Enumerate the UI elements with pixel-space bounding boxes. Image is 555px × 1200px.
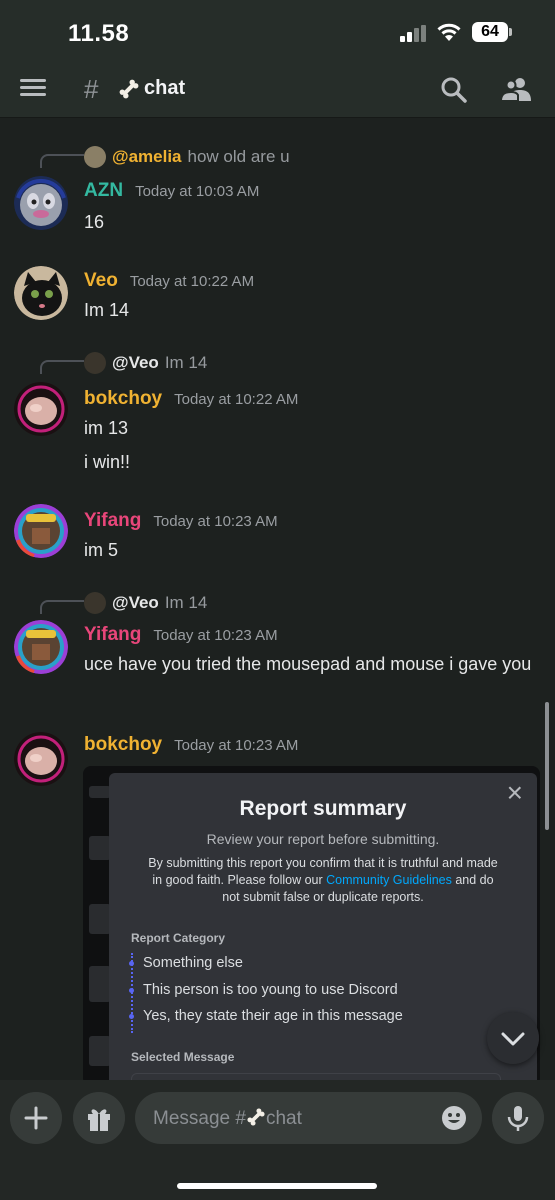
faded-background-detail bbox=[89, 966, 111, 1002]
report-category-list: Something else This person is too young … bbox=[129, 953, 511, 1033]
placeholder-channel: chat bbox=[265, 1108, 302, 1129]
message-composer: Message # chat bbox=[0, 1080, 555, 1200]
battery-indicator: 64 bbox=[472, 22, 508, 42]
message-header: bokchoy Today at 10:23 AM bbox=[84, 734, 298, 756]
scrollbar[interactable] bbox=[545, 702, 549, 830]
message-header: Yifang Today at 10:23 AM bbox=[84, 510, 278, 532]
placeholder-prefix: Message # bbox=[153, 1108, 246, 1129]
reply-connector bbox=[40, 154, 84, 168]
report-category-label: Report Category bbox=[131, 931, 226, 945]
community-guidelines-link[interactable]: Community Guidelines bbox=[326, 873, 452, 887]
faded-background-detail bbox=[89, 786, 111, 798]
message-text: im 5 bbox=[84, 540, 119, 560]
timestamp: Today at 10:22 AM bbox=[129, 273, 255, 290]
message-header: Veo Today at 10:22 AM bbox=[84, 270, 254, 292]
reply-avatar bbox=[84, 146, 106, 168]
reply-avatar bbox=[84, 592, 106, 614]
author-name[interactable]: bokchoy bbox=[84, 734, 162, 756]
author-name[interactable]: Yifang bbox=[84, 624, 141, 646]
home-indicator[interactable] bbox=[177, 1183, 377, 1189]
channel-title: chat bbox=[144, 77, 186, 99]
timestamp: Today at 10:22 AM bbox=[174, 391, 299, 408]
reply-reference[interactable]: @Veo Im 14 bbox=[84, 592, 207, 614]
top-bar: 11.58 64 # chat bbox=[0, 0, 555, 118]
plus-icon[interactable] bbox=[10, 1092, 62, 1144]
avatar[interactable] bbox=[14, 620, 68, 674]
reply-reference[interactable]: @Veo Im 14 bbox=[84, 352, 207, 374]
report-summary-dialog: × Report summary Review your report befo… bbox=[109, 773, 537, 1093]
timestamp: Today at 10:23 AM bbox=[174, 737, 299, 754]
message-placeholder: Message # chat bbox=[153, 1107, 302, 1130]
reply-mention: @Veo bbox=[112, 353, 159, 372]
gift-icon[interactable] bbox=[73, 1092, 125, 1144]
timestamp: Today at 10:03 AM bbox=[135, 183, 260, 200]
reply-mention: @amelia bbox=[112, 147, 182, 166]
message-header: AZN Today at 10:03 AM bbox=[84, 180, 259, 202]
menu-button[interactable] bbox=[20, 76, 52, 102]
bone-icon bbox=[247, 1108, 265, 1126]
cellular-signal-icon bbox=[400, 25, 426, 42]
report-subtitle: Review your report before submitting. bbox=[206, 831, 440, 847]
selected-message-label: Selected Message bbox=[131, 1050, 235, 1064]
message-header: Yifang Today at 10:23 AM bbox=[84, 624, 278, 646]
faded-background-detail bbox=[89, 904, 111, 934]
emoji-icon[interactable] bbox=[441, 1105, 467, 1131]
avatar[interactable] bbox=[14, 266, 68, 320]
message-text: i win!! bbox=[84, 452, 131, 472]
message-text: 16 bbox=[84, 212, 105, 232]
report-title: Report summary bbox=[239, 797, 407, 820]
avatar[interactable] bbox=[14, 382, 68, 436]
timestamp: Today at 10:23 AM bbox=[153, 627, 278, 644]
author-name[interactable]: bokchoy bbox=[84, 388, 162, 410]
faded-background-detail bbox=[89, 1036, 111, 1066]
reply-mention: @Veo bbox=[112, 593, 159, 612]
members-icon[interactable] bbox=[500, 75, 532, 105]
author-name[interactable]: AZN bbox=[84, 180, 123, 202]
report-category-item: Yes, they state their age in this messag… bbox=[129, 1006, 511, 1033]
avatar[interactable] bbox=[14, 504, 68, 558]
message-input[interactable]: Message # chat bbox=[135, 1092, 482, 1144]
status-time: 11.58 bbox=[68, 20, 130, 47]
channel-hash-icon: # bbox=[84, 74, 99, 104]
chevron-down-icon[interactable] bbox=[487, 1012, 539, 1064]
timestamp: Today at 10:23 AM bbox=[153, 513, 278, 530]
author-name[interactable]: Yifang bbox=[84, 510, 141, 532]
reply-connector bbox=[40, 600, 84, 614]
message-text: Im 14 bbox=[84, 300, 130, 320]
bone-icon bbox=[119, 79, 139, 99]
reply-reference[interactable]: @amelia how old are u bbox=[84, 146, 290, 168]
message-text: uce have you tried the mousepad and mous… bbox=[84, 654, 532, 674]
report-description: By submitting this report you confirm th… bbox=[145, 855, 501, 906]
wifi-icon bbox=[437, 23, 461, 41]
avatar[interactable] bbox=[14, 176, 68, 230]
microphone-icon[interactable] bbox=[492, 1092, 544, 1144]
battery-tip bbox=[509, 28, 512, 36]
report-category-item: This person is too young to use Discord bbox=[129, 980, 511, 1007]
reply-connector bbox=[40, 360, 84, 374]
author-name[interactable]: Veo bbox=[84, 270, 118, 292]
reply-preview: how old are u bbox=[187, 147, 290, 166]
reply-avatar bbox=[84, 352, 106, 374]
avatar[interactable] bbox=[14, 732, 68, 786]
faded-background-detail bbox=[89, 836, 111, 860]
report-category-item: Something else bbox=[129, 953, 511, 980]
message-header: bokchoy Today at 10:22 AM bbox=[84, 388, 298, 410]
message-text: im 13 bbox=[84, 418, 129, 438]
search-icon[interactable] bbox=[439, 75, 469, 105]
reply-preview: Im 14 bbox=[164, 353, 208, 372]
reply-preview: Im 14 bbox=[164, 593, 208, 612]
